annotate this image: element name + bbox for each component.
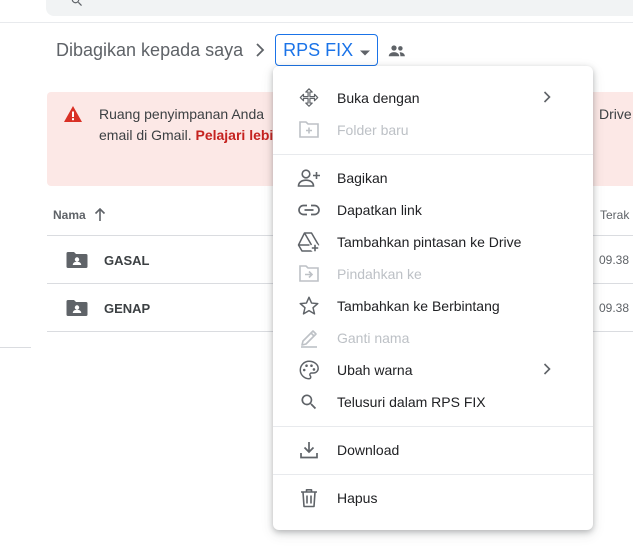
breadcrumb: Dibagikan kepada saya RPS FIX [56,34,406,66]
shared-people-icon [388,44,406,58]
menu-item-share[interactable]: Bagikan [273,162,593,194]
menu-item-get-link[interactable]: Dapatkan link [273,194,593,226]
person-add-icon [297,166,321,190]
trash-icon [297,486,321,510]
menu-item-delete[interactable]: Hapus [273,482,593,514]
link-icon [297,198,321,222]
chevron-right-icon [255,43,265,57]
menu-item-label: Ubah warna [337,362,413,378]
learn-more-link[interactable]: Pelajari lebi [195,127,273,143]
menu-divider [273,426,593,427]
menu-item-label: Telusuri dalam RPS FIX [337,394,486,410]
star-icon [297,294,321,318]
menu-item-label: Buka dengan [337,90,420,106]
menu-item-add-shortcut[interactable]: Tambahkan pintasan ke Drive [273,226,593,258]
menu-item-move-to: Pindahkan ke [273,258,593,290]
breadcrumb-current-folder[interactable]: RPS FIX [275,34,379,66]
drive-shortcut-icon [297,230,321,254]
menu-item-download[interactable]: Download [273,434,593,466]
menu-divider [273,474,593,475]
search-icon [297,390,321,414]
pencil-icon [297,326,321,350]
menu-divider [273,154,593,155]
warning-icon [63,105,83,128]
menu-item-search-in-folder[interactable]: Telusuri dalam RPS FIX [273,386,593,418]
sort-arrow-up-icon[interactable] [94,208,106,222]
caret-down-icon [359,41,371,62]
folder-date: 09.38 [599,253,630,267]
shared-folder-icon [66,299,88,322]
move-arrows-icon [297,86,321,110]
menu-item-label: Folder baru [337,122,409,138]
menu-item-label: Tambahkan pintasan ke Drive [337,234,522,250]
shared-folder-icon [66,251,88,274]
banner-text-line2: email di Gmail. [99,127,192,143]
sort-by-name-header[interactable]: Nama [53,208,106,222]
search-icon[interactable] [70,0,84,13]
folder-date: 09.38 [599,301,630,315]
context-menu: Buka dengan Folder baru Bagikan Dapatkan… [273,66,593,530]
folder-name: GASAL [104,253,150,268]
chevron-right-icon [543,90,551,109]
download-icon [297,438,321,462]
banner-message: Ruang penyimpanan Anda email di Gmail. P… [99,104,299,146]
menu-item-label: Ganti nama [337,330,410,346]
menu-item-label: Hapus [337,490,378,506]
new-folder-icon [297,118,321,142]
menu-item-open-with[interactable]: Buka dengan [273,82,593,114]
move-folder-icon [297,262,321,286]
banner-text-line1: Ruang penyimpanan Anda [99,106,265,122]
header-divider [0,22,633,23]
menu-item-label: Download [337,442,400,458]
sidebar-divider [0,347,31,348]
chevron-right-icon [543,362,551,381]
column-name-label: Nama [53,208,86,222]
breadcrumb-current-label: RPS FIX [283,39,354,60]
menu-item-add-star[interactable]: Tambahkan ke Berbintang [273,290,593,322]
breadcrumb-parent[interactable]: Dibagikan kepada saya [56,40,243,61]
menu-item-rename: Ganti nama [273,322,593,354]
menu-item-label: Tambahkan ke Berbintang [337,298,500,314]
column-modified-label[interactable]: Terak [600,208,629,222]
menu-item-label: Bagikan [337,170,388,186]
banner-text-right: Drive [599,106,632,122]
menu-item-change-color[interactable]: Ubah warna [273,354,593,386]
menu-item-label: Pindahkan ke [337,266,422,282]
menu-item-new-folder: Folder baru [273,114,593,146]
palette-icon [297,358,321,382]
search-bar[interactable] [46,0,633,16]
drive-page: Dibagikan kepada saya RPS FIX Ruang peny… [0,0,633,552]
menu-item-label: Dapatkan link [337,202,422,218]
folder-name: GENAP [104,301,151,316]
